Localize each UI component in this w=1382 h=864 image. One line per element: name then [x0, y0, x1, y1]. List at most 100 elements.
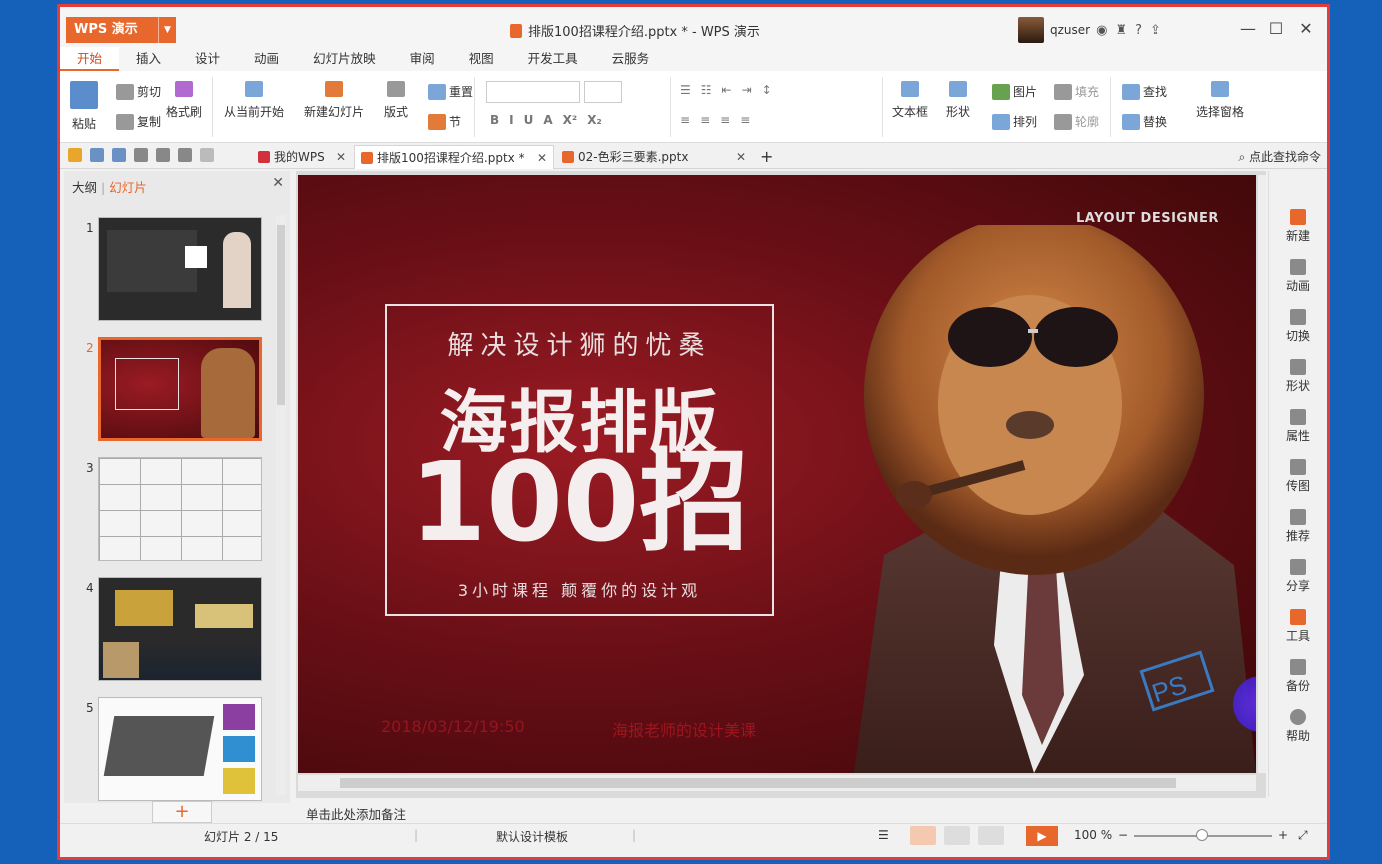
- print-icon[interactable]: [134, 148, 148, 162]
- new-slide-button[interactable]: 新建幻灯片: [304, 81, 364, 120]
- italic-icon[interactable]: I: [509, 113, 513, 127]
- reset-button[interactable]: 重置: [428, 83, 473, 100]
- numbering-icon[interactable]: ☷: [701, 83, 712, 97]
- slide-thumbnail-3[interactable]: [98, 457, 262, 561]
- task-animation[interactable]: 动画: [1275, 259, 1321, 294]
- replace-button[interactable]: 替换: [1122, 113, 1167, 130]
- font-family-combo[interactable]: [486, 81, 580, 103]
- slide-big-number[interactable]: 100招: [385, 443, 774, 561]
- find-button[interactable]: 查找: [1122, 83, 1167, 100]
- export-icon[interactable]: [112, 148, 126, 162]
- font-color-icon[interactable]: A: [543, 113, 552, 127]
- menu-developer[interactable]: 开发工具: [511, 47, 595, 71]
- upload-icon[interactable]: ⇪: [1150, 23, 1161, 38]
- vertical-scrollbar[interactable]: [1258, 175, 1266, 773]
- superscript-icon[interactable]: X²: [563, 113, 578, 127]
- redo-icon[interactable]: [200, 148, 214, 162]
- paste-button[interactable]: 粘贴: [70, 81, 98, 132]
- tab-my-wps[interactable]: 我的WPS ✕: [252, 145, 352, 169]
- reading-view-button[interactable]: [978, 826, 1004, 845]
- tab-current-document[interactable]: 排版100招课程介绍.pptx * ✕: [354, 145, 554, 169]
- username[interactable]: qzuser: [1050, 23, 1090, 37]
- find-command[interactable]: ⌕ 点此查找命令: [1238, 148, 1321, 165]
- play-slideshow-button[interactable]: ▶: [1026, 826, 1058, 846]
- add-slide-button[interactable]: +: [152, 801, 212, 823]
- menu-home[interactable]: 开始: [60, 47, 120, 71]
- notes-placeholder[interactable]: 单击此处添加备注: [306, 807, 406, 822]
- indent-icon[interactable]: ⇤: [722, 83, 732, 97]
- task-recommend[interactable]: 推荐: [1275, 509, 1321, 544]
- shape-button[interactable]: 形状: [946, 81, 970, 120]
- task-backup[interactable]: 备份: [1275, 659, 1321, 694]
- align-tools[interactable]: ≡ ≡ ≡ ≡: [680, 113, 750, 127]
- format-painter-button[interactable]: 格式刷: [166, 81, 202, 120]
- tab-slides[interactable]: 幻灯片: [109, 180, 147, 195]
- horizontal-scrollbar[interactable]: [298, 775, 1256, 791]
- open-icon[interactable]: [68, 148, 82, 162]
- tab-outline[interactable]: 大纲: [72, 180, 97, 195]
- task-new[interactable]: 新建: [1275, 209, 1321, 244]
- fit-window-icon[interactable]: ⤢: [1298, 828, 1308, 843]
- task-properties[interactable]: 属性: [1275, 409, 1321, 444]
- slide-thumbnail-2[interactable]: [98, 337, 262, 441]
- bold-icon[interactable]: B: [490, 113, 499, 127]
- slide-thumbnail-1[interactable]: [98, 217, 262, 321]
- avatar[interactable]: [1018, 17, 1044, 43]
- textbox-button[interactable]: 文本框: [892, 81, 928, 120]
- slide-subtitle-top[interactable]: 解决设计狮的忧桑: [385, 325, 774, 362]
- menu-view[interactable]: 视图: [452, 47, 511, 71]
- zoom-in-button[interactable]: +: [1278, 828, 1288, 842]
- menu-design[interactable]: 设计: [178, 47, 237, 71]
- line-spacing-icon[interactable]: ↕: [762, 83, 772, 97]
- section-button[interactable]: 节: [428, 113, 461, 130]
- font-style-buttons[interactable]: B I U A X² X₂: [490, 113, 602, 127]
- undo-icon[interactable]: [178, 148, 192, 162]
- picture-button[interactable]: 图片: [992, 83, 1037, 100]
- task-transition[interactable]: 切换: [1275, 309, 1321, 344]
- task-tools[interactable]: 工具: [1275, 609, 1321, 644]
- notes-toggle-icon[interactable]: ☰: [878, 828, 889, 842]
- minimize-button[interactable]: —: [1234, 17, 1262, 41]
- chevron-down-icon[interactable]: ▼: [158, 17, 176, 43]
- copy-button[interactable]: 复制: [116, 113, 161, 130]
- help-icon[interactable]: ?: [1135, 23, 1142, 38]
- new-tab-button[interactable]: +: [754, 145, 778, 169]
- close-icon[interactable]: ✕: [272, 175, 284, 191]
- select-pane-button[interactable]: 选择窗格: [1196, 81, 1244, 120]
- normal-view-button[interactable]: [910, 826, 936, 845]
- menu-slideshow[interactable]: 幻灯片放映: [296, 47, 393, 71]
- close-icon[interactable]: ✕: [336, 145, 346, 169]
- underline-icon[interactable]: U: [524, 113, 534, 127]
- designer-label[interactable]: LAYOUT DESIGNER: [1076, 211, 1219, 226]
- outline-button[interactable]: 轮廓: [1054, 113, 1099, 130]
- task-upload-image[interactable]: 传图: [1275, 459, 1321, 494]
- align-right-icon[interactable]: ≡: [720, 113, 730, 127]
- skin-icon[interactable]: ◉: [1096, 23, 1107, 38]
- justify-icon[interactable]: ≡: [740, 113, 750, 127]
- wps-logo-button[interactable]: WPS 演示 ▼: [66, 17, 176, 43]
- menu-review[interactable]: 审阅: [393, 47, 452, 71]
- font-size-combo[interactable]: [584, 81, 622, 103]
- menu-animation[interactable]: 动画: [237, 47, 296, 71]
- tab-color-document[interactable]: 02-色彩三要素.pptx ✕: [556, 145, 752, 169]
- cut-button[interactable]: 剪切: [116, 83, 161, 100]
- align-left-icon[interactable]: ≡: [680, 113, 690, 127]
- zoom-slider-thumb[interactable]: [1196, 829, 1208, 841]
- slide-canvas[interactable]: LAYOUT DESIGNER 解决设计狮的忧桑 海报排版 100招 3小时课程…: [298, 175, 1256, 773]
- close-icon[interactable]: ✕: [736, 145, 746, 169]
- task-shape[interactable]: 形状: [1275, 359, 1321, 394]
- save-icon[interactable]: [90, 148, 104, 162]
- bullets-icon[interactable]: ☰: [680, 83, 691, 97]
- align-center-icon[interactable]: ≡: [700, 113, 710, 127]
- sorter-view-button[interactable]: [944, 826, 970, 845]
- slide-thumbnail-4[interactable]: [98, 577, 262, 681]
- close-icon[interactable]: ✕: [537, 146, 547, 170]
- slide-thumbnail-5[interactable]: [98, 697, 262, 801]
- subscript-icon[interactable]: X₂: [587, 113, 602, 127]
- maximize-button[interactable]: ☐: [1262, 17, 1290, 41]
- shirt-icon[interactable]: ♜: [1115, 23, 1127, 38]
- thumbnail-scrollbar[interactable]: [276, 215, 286, 795]
- task-share[interactable]: 分享: [1275, 559, 1321, 594]
- menu-insert[interactable]: 插入: [119, 47, 178, 71]
- arrange-button[interactable]: 排列: [992, 113, 1037, 130]
